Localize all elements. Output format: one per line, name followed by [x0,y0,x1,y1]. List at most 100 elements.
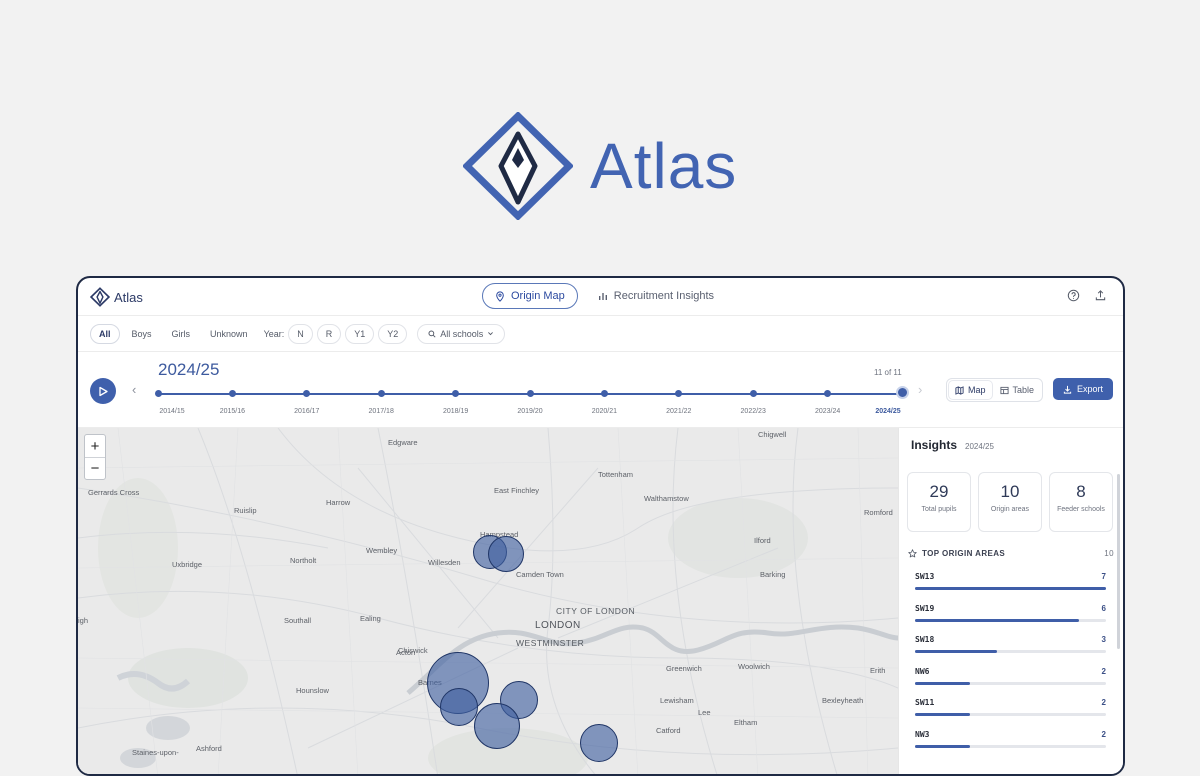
top-origin-areas-header: TOP ORIGIN AREAS 10 [908,549,1114,558]
place-label: Bexleyheath [822,696,864,705]
origin-area-count: 2 [1101,698,1106,707]
timeline-tick[interactable] [824,390,832,397]
timeline-year-label[interactable]: 2020/21 [592,408,617,415]
year-filter-y1[interactable]: Y1 [345,323,375,344]
origin-area-row[interactable]: SW13 7 [915,572,1106,598]
timeline-tick[interactable] [228,390,236,397]
view-map-label: Map [968,385,986,395]
stat-feeder-schools: 8 Feeder schools [1049,472,1113,532]
place-label: Hounslow [296,686,329,695]
insights-scrollbar[interactable] [1117,474,1120,649]
export-button[interactable]: Export [1053,378,1114,400]
timeline-tick[interactable] [600,390,608,397]
origin-area-bar [915,744,1106,748]
origin-area-bar [915,618,1106,622]
tab-origin-map-label: Origin Map [511,290,565,302]
filter-unknown[interactable]: Unknown [202,324,256,344]
timeline-prev-arrow-icon[interactable]: ‹ [132,382,136,397]
top-origin-areas-count: 10 [1104,549,1114,558]
place-label: Staines-upon- [132,748,179,757]
origin-area-count: 7 [1101,572,1106,581]
brand[interactable]: Atlas [90,287,143,307]
origin-map[interactable]: + − Edgware Chigwell Gerrards Cross Tott… [78,428,898,774]
place-label: Barking [760,570,786,579]
timeline-year-label[interactable]: 2016/17 [294,408,319,415]
timeline-tick[interactable] [377,390,385,397]
timeline-year-label[interactable]: 2017/18 [369,408,394,415]
timeline-year-label[interactable]: 2021/22 [666,408,691,415]
origin-area-row[interactable]: SW11 2 [915,698,1106,724]
origin-area-count: 3 [1101,635,1106,644]
top-origin-areas-title: TOP ORIGIN AREAS [922,549,1006,558]
play-button[interactable] [90,378,116,404]
view-map-button[interactable]: Map [949,381,992,399]
filter-boys[interactable]: Boys [124,324,160,344]
timeline-tick[interactable] [675,390,683,397]
place-label: LONDON [535,620,581,631]
origin-area-bar-fill [915,650,997,653]
stat-label: Origin areas [990,506,1030,513]
place-label: Camden Town [516,570,564,579]
timeline-year-label[interactable]: 2018/19 [443,408,468,415]
tab-origin-map[interactable]: Origin Map [482,283,578,309]
zoom-in-button[interactable]: + [85,435,105,457]
place-label: Woolwich [738,662,770,671]
origin-area-code: NW6 [915,666,930,676]
table-icon [999,386,1009,394]
origin-bubble[interactable] [488,536,524,572]
place-label: Uxbridge [172,560,203,569]
year-filter-n[interactable]: N [288,323,313,344]
origin-area-row[interactable]: SW19 6 [915,604,1106,630]
origin-area-bar-fill [915,618,1079,622]
timeline-year-label[interactable]: 2022/23 [741,408,766,415]
help-icon[interactable] [1067,289,1080,302]
filter-girls[interactable]: Girls [164,324,199,344]
stat-origin-areas: 10 Origin areas [978,472,1042,532]
origin-area-row[interactable]: SW18 3 [915,635,1106,661]
export-label: Export [1077,384,1104,394]
map-icon [955,385,964,395]
origin-area-row[interactable]: NW6 2 [915,667,1106,693]
atlas-logo-icon [463,112,573,220]
origin-area-bar-fill [915,681,970,685]
share-icon[interactable] [1094,289,1107,302]
place-label: CITY OF LONDON [556,606,636,616]
filter-all[interactable]: All [90,323,120,344]
place-label: Willesden [428,558,461,567]
play-icon [99,386,108,396]
star-icon [908,549,917,558]
schools-select[interactable]: All schools [417,323,506,344]
timeline-tick[interactable] [749,390,757,397]
timeline-year-label[interactable]: 2014/15 [159,408,184,415]
zoom-out-button[interactable]: − [85,457,105,479]
origin-area-row[interactable]: NW3 2 [915,730,1106,756]
timeline-tick[interactable] [303,390,311,397]
timeline-tick[interactable] [526,390,534,397]
timeline-year-label[interactable]: 2024/25 [875,408,900,415]
timeline-current-handle[interactable] [895,386,909,399]
year-filter-r[interactable]: R [316,323,342,344]
chevron-down-icon [488,332,494,336]
place-label: Erith [870,666,886,675]
atlas-logo-icon [90,287,110,307]
origin-area-bar [915,681,1106,685]
year-filter-y2[interactable]: Y2 [378,323,408,344]
view-table-button[interactable]: Table [994,381,1041,399]
timeline-year-label[interactable]: 2015/16 [220,408,245,415]
origin-area-code: NW3 [915,729,930,739]
tab-recruitment-insights[interactable]: Recruitment Insights [586,283,726,309]
timeline-next-arrow-icon[interactable]: › [918,382,922,397]
view-toggle: Map Table [946,378,1044,402]
timeline-tick[interactable] [154,390,162,397]
timeline-tick[interactable] [452,390,460,397]
origin-area-bar [915,587,1106,590]
insights-panel: Insights 2024/25 29 Total pupils 10 Orig… [898,428,1123,774]
app-window: Atlas Origin Map Recruitment Insights Al… [76,276,1125,776]
origin-bubble[interactable] [440,688,478,726]
stat-value: 10 [1000,482,1020,501]
origin-bubble[interactable] [474,703,520,749]
stat-total-pupils: 29 Total pupils [907,472,971,532]
timeline-year-label[interactable]: 2023/24 [815,408,840,415]
origin-bubble[interactable] [580,724,618,762]
timeline-year-label[interactable]: 2019/20 [517,408,542,415]
